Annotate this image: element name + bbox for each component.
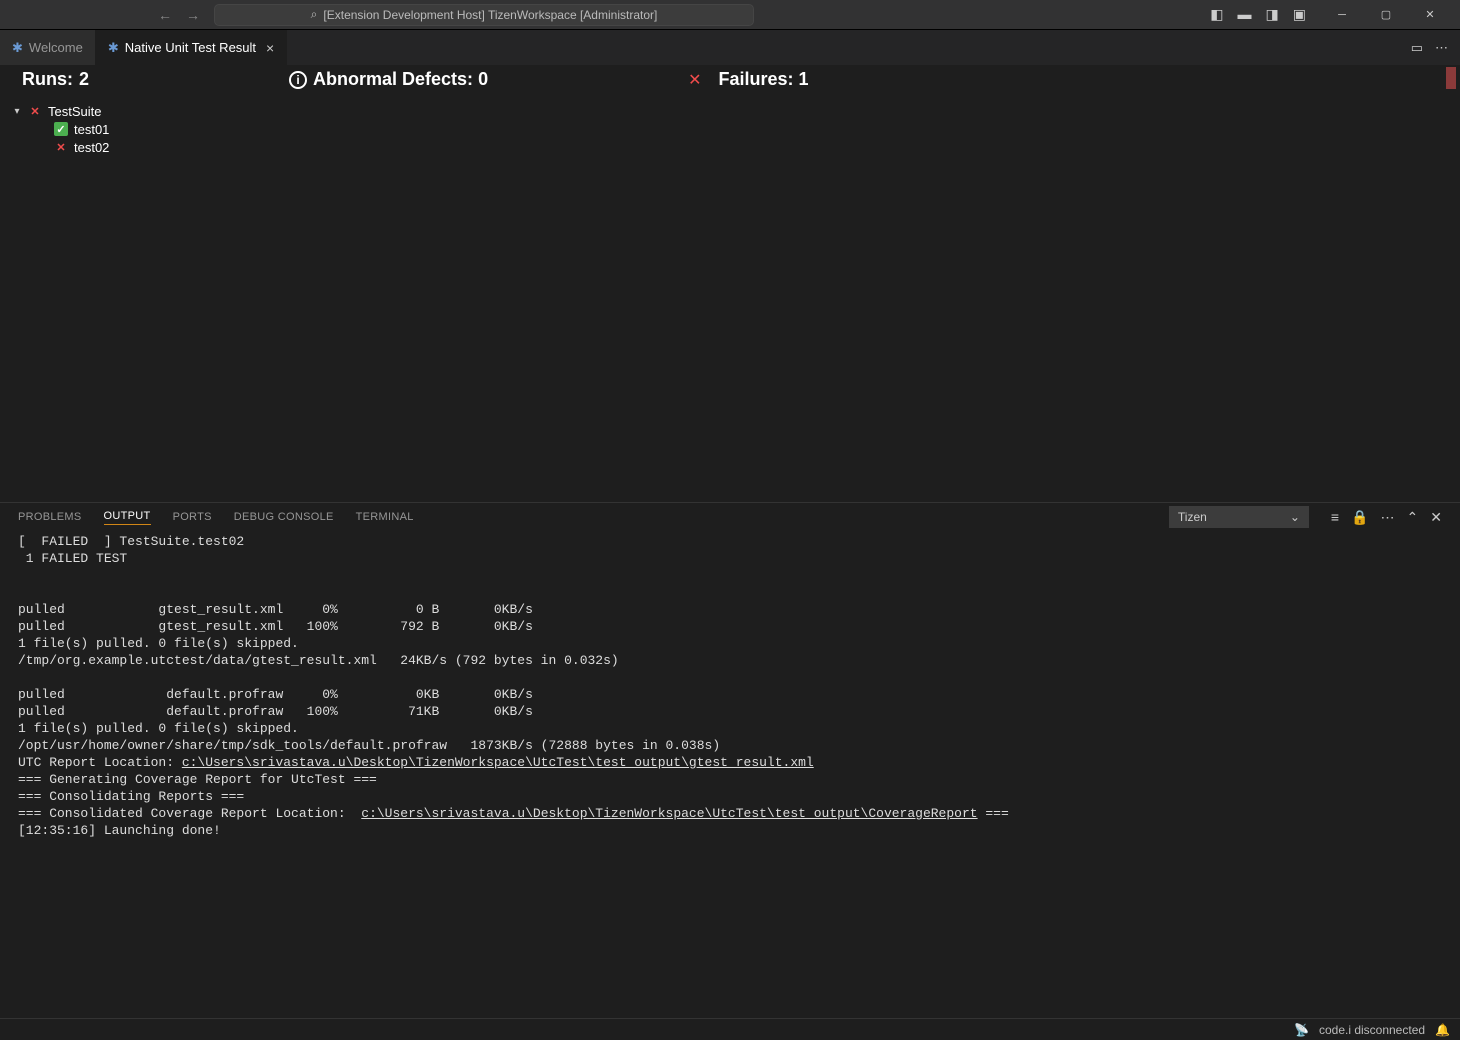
tab-welcome[interactable]: ✱ Welcome xyxy=(0,30,96,65)
titlebar: ← → ⌕ [Extension Development Host] Tizen… xyxy=(0,0,1460,30)
report-link[interactable]: c:\Users\srivastava.u\Desktop\TizenWorks… xyxy=(182,755,814,770)
minimap-error-marker xyxy=(1446,67,1456,89)
consolidated-report-link[interactable]: c:\Users\srivastava.u\Desktop\TizenWorks… xyxy=(361,806,977,821)
test-tree: ▾ ✕ TestSuite ✓ test01 ✕ test02 xyxy=(0,96,1460,502)
tree-test-label: test02 xyxy=(74,140,109,155)
command-center[interactable]: ⌕ [Extension Development Host] TizenWork… xyxy=(214,4,754,26)
status-connection[interactable]: code.i disconnected xyxy=(1319,1023,1425,1037)
tizen-icon: ✱ xyxy=(12,40,23,56)
tab-label: Welcome xyxy=(29,40,83,55)
nav-forward-icon[interactable]: → xyxy=(186,7,200,23)
tab-label: Native Unit Test Result xyxy=(125,40,256,55)
layout-secondary-sidebar-icon[interactable]: ◨ xyxy=(1266,6,1279,23)
close-icon[interactable]: × xyxy=(266,40,274,56)
panel-tab-terminal[interactable]: TERMINAL xyxy=(356,511,414,523)
pass-icon: ✓ xyxy=(54,122,68,136)
tree-suite-label: TestSuite xyxy=(48,104,101,119)
panel-tab-problems[interactable]: PROBLEMS xyxy=(18,511,82,523)
search-icon: ⌕ xyxy=(311,7,318,22)
stat-failures: ✕ Failures: 1 xyxy=(688,69,808,90)
output-body[interactable]: [ FAILED ] TestSuite.test02 1 FAILED TES… xyxy=(0,531,1460,1018)
editor-tabs: ✱ Welcome ✱ Native Unit Test Result × ▭ … xyxy=(0,30,1460,65)
broadcast-icon[interactable]: 📡 xyxy=(1294,1023,1309,1037)
bell-icon[interactable]: 🔔 xyxy=(1435,1023,1450,1037)
test-stats-bar: Runs: 2 i Abnormal Defects: 0 ✕ Failures… xyxy=(0,65,1460,96)
output-text: === Generating Coverage Report for UtcTe… xyxy=(18,772,377,804)
output-channel-select[interactable]: Tizen ⌄ xyxy=(1169,506,1309,528)
window-minimize-button[interactable]: ─ xyxy=(1320,0,1364,30)
tree-test-row[interactable]: ✓ test01 xyxy=(12,120,1448,138)
filter-icon[interactable]: ≡ xyxy=(1331,509,1339,525)
more-actions-icon[interactable]: ⋯ xyxy=(1435,40,1448,56)
chevron-up-icon[interactable]: ⌃ xyxy=(1407,509,1419,526)
more-icon[interactable]: ⋯ xyxy=(1381,509,1395,526)
tree-test-row[interactable]: ✕ test02 xyxy=(12,138,1448,156)
output-text: UTC Report Location: xyxy=(18,755,182,770)
bottom-panel: PROBLEMS OUTPUT PORTS DEBUG CONSOLE TERM… xyxy=(0,502,1460,1018)
stat-runs: Runs: 2 xyxy=(22,69,89,90)
output-text: === xyxy=(978,806,1009,821)
layout-panel-icon[interactable]: ▬ xyxy=(1238,6,1252,23)
output-channel-label: Tizen xyxy=(1178,510,1207,524)
panel-tabs: PROBLEMS OUTPUT PORTS DEBUG CONSOLE TERM… xyxy=(0,503,1460,531)
panel-tab-output[interactable]: OUTPUT xyxy=(104,510,151,525)
chevron-down-icon[interactable]: ▾ xyxy=(12,106,22,117)
fail-icon: ✕ xyxy=(688,70,701,90)
layout-customize-icon[interactable]: ▣ xyxy=(1293,6,1306,23)
split-editor-icon[interactable]: ▭ xyxy=(1411,40,1423,56)
layout-primary-sidebar-icon[interactable]: ◧ xyxy=(1210,6,1223,23)
output-text: === Consolidated Coverage Report Locatio… xyxy=(18,806,361,821)
chevron-down-icon: ⌄ xyxy=(1290,510,1300,524)
tree-test-label: test01 xyxy=(74,122,109,137)
tab-native-unit-test-result[interactable]: ✱ Native Unit Test Result × xyxy=(96,30,287,65)
fail-icon: ✕ xyxy=(54,140,68,154)
command-center-text: [Extension Development Host] TizenWorksp… xyxy=(323,8,657,22)
output-text: [ FAILED ] TestSuite.test02 1 FAILED TES… xyxy=(18,534,720,753)
panel-tab-ports[interactable]: PORTS xyxy=(173,511,212,523)
window-maximize-button[interactable]: ▢ xyxy=(1364,0,1408,30)
output-text: [12:35:16] Launching done! xyxy=(18,823,221,838)
close-panel-icon[interactable]: ✕ xyxy=(1430,509,1442,526)
info-icon: i xyxy=(289,71,307,89)
panel-tab-debug-console[interactable]: DEBUG CONSOLE xyxy=(234,511,334,523)
status-bar: 📡 code.i disconnected 🔔 xyxy=(0,1018,1460,1040)
window-close-button[interactable]: ✕ xyxy=(1408,0,1452,30)
stat-abnormal-defects: i Abnormal Defects: 0 xyxy=(289,69,488,90)
nav-back-icon[interactable]: ← xyxy=(158,7,172,23)
fail-icon: ✕ xyxy=(28,104,42,118)
tree-suite-row[interactable]: ▾ ✕ TestSuite xyxy=(12,102,1448,120)
lock-icon[interactable]: 🔒 xyxy=(1351,509,1368,526)
tizen-icon: ✱ xyxy=(108,40,119,56)
